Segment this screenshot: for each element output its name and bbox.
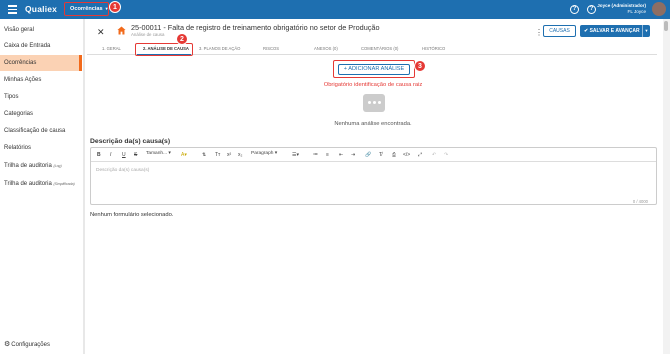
tab-general[interactable]: 1. GERAL [102, 46, 121, 51]
app-logo: Qualiex [25, 4, 58, 14]
add-analysis-button[interactable]: + ADICIONAR ANÁLISE [338, 64, 410, 75]
settings-label: Configurações [11, 342, 50, 348]
sidebar-item-cause-classification[interactable]: Classificação de causa [0, 123, 82, 139]
help-icon[interactable]: ? [587, 5, 596, 14]
description-label: Descrição da(s) causa(s) [90, 138, 171, 145]
unordered-list-icon[interactable]: ≡ [326, 152, 329, 158]
paragraph-format-value: Paragraph [251, 151, 274, 156]
causes-button[interactable]: CAUSAS [543, 25, 576, 37]
tab-comments[interactable]: COMENTÁRIOS (0) [361, 46, 398, 51]
ordered-list-icon[interactable]: ≔ [313, 152, 318, 158]
sidebar-item-categories[interactable]: Categorias [0, 106, 82, 122]
step-badge-2: 2 [176, 33, 188, 45]
strikethrough-icon[interactable]: S [134, 152, 137, 158]
character-counter: 0 / 4000 [632, 199, 648, 204]
settings-link[interactable]: ⚙Configurações [4, 340, 50, 348]
scrollbar[interactable] [663, 19, 670, 354]
editor-toolbar: B I U S Tamanh... ▾ A▾ ⇅ Tт x² x₂ Paragr… [91, 148, 656, 162]
gear-icon: ⚙ [4, 341, 11, 348]
sidebar-item-suffix: (Log) [53, 164, 62, 168]
indent-decrease-icon[interactable]: ⇤ [339, 152, 343, 158]
align-icon[interactable]: ☰▾ [292, 152, 299, 158]
subscript-icon[interactable]: x₂ [238, 152, 242, 158]
top-bar: Qualiex Ocorrências ▼ ? ? Joyce (Administ… [0, 0, 670, 19]
page-subtitle: Análise de causa [131, 32, 165, 37]
tab-attachments[interactable]: ANEXOS (0) [314, 46, 338, 51]
sidebar-item-suffix: (Simplificada) [53, 182, 75, 186]
sidebar-item-label: Categorias [4, 111, 34, 117]
sidebar-item-label: Ocorrências [4, 60, 37, 66]
add-analysis-highlight: + ADICIONAR ANÁLISE [333, 60, 415, 78]
close-icon[interactable]: ✕ [97, 27, 105, 38]
home-icon[interactable] [117, 26, 126, 35]
sidebar-item-label: Trilha de auditoria [4, 163, 52, 169]
paragraph-format-select[interactable]: Paragraph ▾ [251, 151, 277, 156]
clear-format-icon[interactable]: T̸ [379, 152, 382, 158]
editor-placeholder: Descrição da(s) causa(s) [96, 168, 150, 173]
more-options-icon[interactable]: ⋮ [535, 28, 543, 37]
sidebar-item-overview[interactable]: Visão geral [0, 22, 82, 38]
rich-text-editor[interactable]: B I U S Tamanh... ▾ A▾ ⇅ Tт x² x₂ Paragr… [90, 147, 657, 205]
tab-history[interactable]: HISTÓRICO [422, 46, 445, 51]
sidebar-item-label: Relatórios [4, 145, 32, 151]
module-selector-button[interactable]: Ocorrências ▼ [64, 2, 109, 16]
sidebar-item-types[interactable]: Tipos [0, 89, 82, 105]
avatar[interactable] [652, 2, 666, 16]
save-button-label: SALVAR E AVANÇAR [589, 28, 640, 34]
line-height-icon[interactable]: ⇅ [202, 152, 206, 158]
sidebar-item-audit-simplified[interactable]: Trilha de auditoria (Simplificada) [0, 176, 82, 192]
tab-highlight-box [135, 43, 193, 56]
sidebar-item-label: Caixa de Entrada [4, 43, 51, 49]
sidebar-item-label: Tipos [4, 94, 19, 100]
print-icon[interactable]: ⎙ [392, 152, 396, 158]
help-chat-icon[interactable]: ? [570, 5, 579, 14]
step-badge-3: 3 [414, 60, 426, 72]
tab-action-plans[interactable]: 3. PLANOS DE AÇÃO [199, 46, 240, 51]
user-unit: FL Joyce [627, 9, 646, 14]
bold-icon[interactable]: B [97, 152, 101, 158]
chevron-down-icon[interactable]: ▼ [642, 25, 650, 37]
step-badge-1: 1 [109, 1, 121, 13]
module-selector-label: Ocorrências [70, 6, 103, 12]
undo-icon[interactable]: ↶ [432, 152, 436, 158]
sidebar-item-label: Classificação de causa [4, 128, 66, 134]
sidebar-item-occurrences[interactable]: Ocorrências [0, 55, 82, 71]
tab-risks[interactable]: RISCOS [263, 46, 279, 51]
link-icon[interactable]: 🔗 [365, 152, 371, 158]
indent-increase-icon[interactable]: ⇥ [351, 152, 355, 158]
text-transform-icon[interactable]: Tт [215, 152, 220, 158]
italic-icon[interactable]: I [110, 152, 111, 158]
sidebar-item-audit-log[interactable]: Trilha de auditoria (Log) [0, 158, 82, 174]
page-title: 25-00011 - Falta de registro de treiname… [131, 23, 380, 32]
font-size-select[interactable]: Tamanh... ▾ [146, 151, 171, 156]
underline-icon[interactable]: U [122, 152, 126, 158]
no-form-message: Nenhum formulário selecionado. [90, 212, 174, 218]
sidebar-item-inbox[interactable]: Caixa de Entrada [0, 38, 82, 54]
sidebar-item-label: Visão geral [4, 27, 34, 33]
sidebar-item-label: Trilha de auditoria [4, 181, 52, 187]
sidebar-item-my-actions[interactable]: Minhas Ações [0, 72, 82, 88]
font-size-value: Tamanh... [146, 151, 168, 156]
menu-icon[interactable] [8, 5, 17, 14]
required-message: Obrigatório identificação de causa raiz [323, 82, 423, 88]
empty-chat-icon [363, 94, 385, 112]
sidebar: Visão geral Caixa de Entrada Ocorrências… [0, 19, 85, 354]
redo-icon[interactable]: ↷ [444, 152, 448, 158]
code-view-icon[interactable]: </> [403, 152, 410, 158]
sidebar-item-label: Minhas Ações [4, 77, 42, 83]
scrollbar-thumb[interactable] [664, 21, 668, 31]
sidebar-item-reports[interactable]: Relatórios [0, 140, 82, 156]
highlight-color-icon[interactable]: A▾ [181, 152, 187, 158]
fullscreen-icon[interactable]: ⤢ [418, 152, 422, 158]
save-and-advance-button[interactable]: ✔ SALVAR E AVANÇAR ▼ [580, 25, 650, 37]
user-info[interactable]: Joyce (Administrador) FL Joyce [596, 3, 646, 15]
superscript-icon[interactable]: x² [227, 152, 231, 158]
empty-message: Nenhuma análise encontrada. [334, 121, 412, 127]
